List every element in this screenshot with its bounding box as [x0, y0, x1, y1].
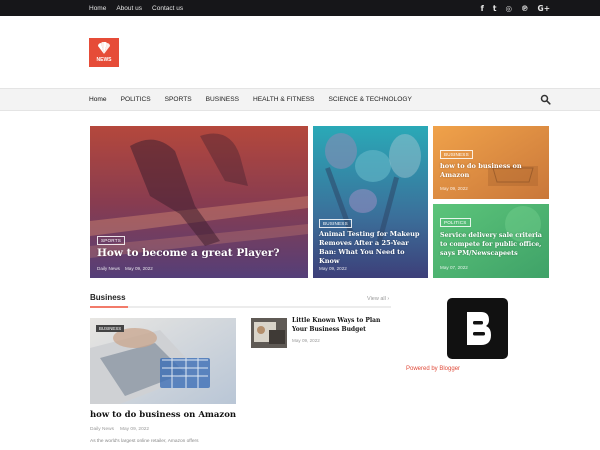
top-links: Home About us Contact us: [89, 0, 183, 16]
featured-title-4[interactable]: Service delivery sale criteria to compet…: [440, 231, 544, 258]
business-main-title[interactable]: how to do business on Amazon: [90, 410, 236, 420]
business-main-snippet: As the world's largest online retailer, …: [90, 439, 199, 444]
site-logo[interactable]: NEWS: [89, 38, 119, 67]
featured-title-3[interactable]: how to do business on Amazon: [440, 162, 540, 180]
pinterest-icon[interactable]: ℗: [521, 4, 529, 13]
business-main-date: May 09, 2022: [120, 427, 150, 432]
nav-item-business[interactable]: BUSINESS: [206, 96, 239, 103]
featured-date-4: May 07, 2022: [440, 265, 468, 270]
business-side-thumbnail[interactable]: [251, 318, 287, 348]
featured-meta-1: Daily News May 09, 2022: [97, 266, 153, 271]
featured-tag-2[interactable]: BUSINESS: [319, 219, 352, 228]
featured-tag-1[interactable]: SPORTS: [97, 236, 126, 245]
nav-item-health-fitness[interactable]: HEALTH & FITNESS: [253, 96, 314, 103]
featured-meta-2: May 09, 2022: [319, 266, 347, 271]
business-side-date: May 09, 2022: [292, 338, 320, 343]
featured-meta-3: May 09, 2022: [440, 186, 468, 191]
top-link-contact[interactable]: Contact us: [152, 5, 183, 12]
business-side-title[interactable]: Little Known Ways to Plan Your Business …: [292, 317, 392, 334]
nav-item-science-technology[interactable]: SCIENCE & TECHNOLOGY: [328, 96, 411, 103]
featured-date-3: May 09, 2022: [440, 186, 468, 191]
featured-date-2: May 09, 2022: [319, 266, 347, 271]
top-link-about[interactable]: About us: [116, 5, 142, 12]
featured-title-2[interactable]: Animal Testing for Makeup Removes After …: [319, 230, 425, 266]
peacock-icon: [98, 42, 110, 54]
logo-text: NEWS: [96, 57, 112, 63]
section-divider: [90, 306, 391, 308]
featured-tag-4[interactable]: POLITICS: [440, 218, 471, 227]
blogger-logo-icon[interactable]: [447, 298, 508, 359]
business-main-author: Daily News: [90, 427, 114, 432]
search-icon[interactable]: [540, 94, 551, 105]
featured-card-2[interactable]: BUSINESS Animal Testing for Makeup Remov…: [313, 126, 428, 278]
featured-tag-3[interactable]: BUSINESS: [440, 150, 473, 159]
view-all-link[interactable]: View all ›: [367, 296, 389, 302]
instagram-icon[interactable]: ◎: [506, 4, 513, 13]
top-bar: Home About us Contact us f t ◎ ℗ G+: [0, 0, 600, 16]
featured-title-1[interactable]: How to become a great Player?: [97, 247, 279, 259]
powered-by-link[interactable]: Powered by Blogger: [406, 366, 460, 372]
nav-item-home[interactable]: Home: [89, 96, 107, 103]
facebook-icon[interactable]: f: [481, 4, 484, 13]
top-link-home[interactable]: Home: [89, 5, 106, 12]
featured-card-4[interactable]: POLITICS Service delivery sale criteria …: [433, 204, 549, 278]
featured-author-1: Daily News: [97, 266, 120, 271]
social-links: f t ◎ ℗ G+: [481, 0, 550, 16]
twitter-icon[interactable]: t: [493, 4, 497, 13]
business-main-meta: Daily News May 09, 2022: [90, 427, 149, 432]
section-title: Business: [90, 293, 126, 302]
featured-card-1[interactable]: SPORTS How to become a great Player? Dai…: [90, 126, 308, 278]
featured-meta-4: May 07, 2022: [440, 265, 468, 270]
featured-card-3[interactable]: BUSINESS how to do business on Amazon Ma…: [433, 126, 549, 199]
main-nav: Home POLITICS SPORTS BUSINESS HEALTH & F…: [0, 88, 600, 111]
nav-item-sports[interactable]: SPORTS: [165, 96, 192, 103]
business-main-tag[interactable]: BUSINESS: [96, 325, 125, 332]
google-plus-icon[interactable]: G+: [538, 4, 550, 13]
featured-date-1: May 09, 2022: [124, 266, 153, 271]
nav-item-politics[interactable]: POLITICS: [121, 96, 151, 103]
